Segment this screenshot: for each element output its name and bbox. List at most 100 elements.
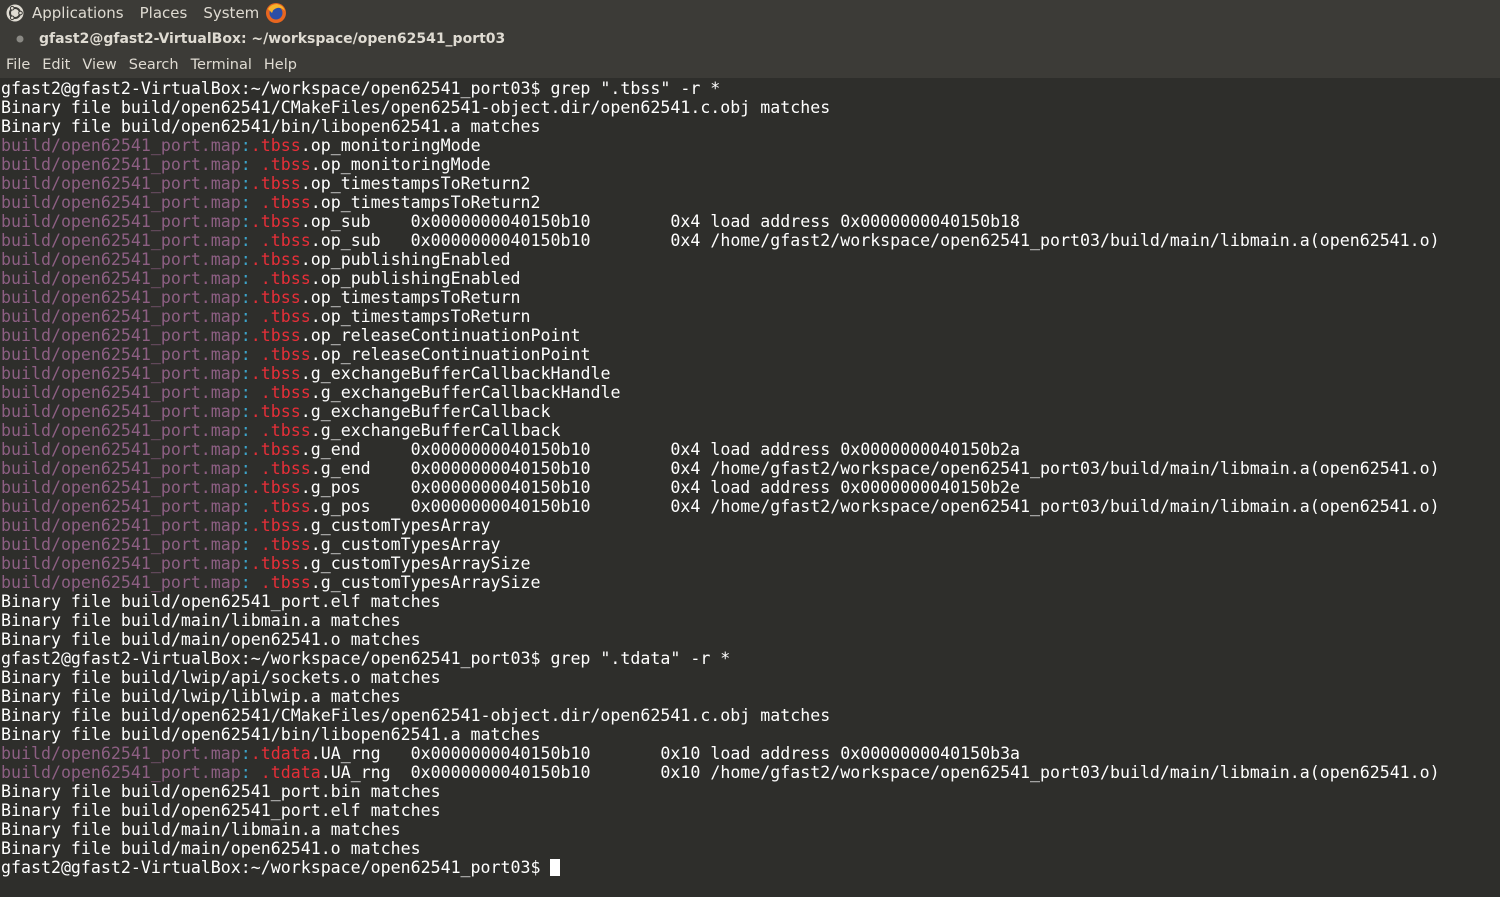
terminal-line: build/open62541_port.map:.tbss.g_pos 0x0… (1, 478, 1440, 497)
terminal-line: Binary file build/lwip/api/sockets.o mat… (1, 668, 1440, 687)
terminal-text: Binary file build/main/open62541.o match… (1, 839, 421, 858)
terminal-text: : (240, 763, 251, 782)
terminal-text: build/open62541_port.map (1, 250, 241, 269)
terminal-text: build/open62541_port.map (1, 193, 241, 212)
terminal-text: .tbss (250, 136, 301, 155)
menu-file[interactable]: File (0, 52, 36, 78)
terminal-line: build/open62541_port.map: .tbss.g_exchan… (1, 421, 1440, 440)
terminal-line: build/open62541_port.map:.tbss.op_timest… (1, 174, 1440, 193)
terminal-line: build/open62541_port.map: .tbss.g_exchan… (1, 383, 1440, 402)
terminal-line: Binary file build/main/libmain.a matches (1, 820, 1440, 839)
terminal-text: Binary file build/main/open62541.o match… (1, 630, 421, 649)
terminal-line: build/open62541_port.map: .tbss.op_publi… (1, 269, 1440, 288)
terminal-text: .g_exchangeBufferCallbackHandle (300, 364, 611, 383)
close-icon[interactable] (15, 34, 25, 44)
terminal-text: build/open62541_port.map (1, 497, 241, 516)
menu-view[interactable]: View (76, 52, 122, 78)
window-titlebar[interactable]: gfast2@gfast2-VirtualBox: ~/workspace/op… (0, 26, 1500, 52)
terminal-text: .g_customTypesArraySize (300, 554, 531, 573)
menu-search[interactable]: Search (123, 52, 185, 78)
terminal-text: .UA_rng 0x0000000040150b10 0x10 /home/gf… (320, 763, 1440, 782)
terminal-text: .g_end 0x0000000040150b10 0x4 load addre… (300, 440, 1021, 459)
terminal-text: : (240, 288, 251, 307)
terminal-text: .g_pos 0x0000000040150b10 0x4 /home/gfas… (310, 497, 1440, 516)
terminal-line: build/open62541_port.map:.tbss.op_timest… (1, 288, 1440, 307)
terminal-text: : (240, 250, 251, 269)
terminal-text: : (240, 193, 251, 212)
terminal-text: .g_customTypesArraySize (310, 573, 541, 592)
terminal-text: Binary file build/open62541_port.elf mat… (1, 801, 441, 820)
terminal-text: build/open62541_port.map (1, 136, 241, 155)
terminal-text: .tdata (260, 763, 321, 782)
terminal-text: : (240, 174, 251, 193)
terminal-text: .tbss (260, 497, 311, 516)
terminal-line: build/open62541_port.map: .tbss.g_pos 0x… (1, 497, 1440, 516)
system-menu[interactable]: System (195, 0, 267, 26)
terminal-text: .g_pos 0x0000000040150b10 0x4 load addre… (300, 478, 1021, 497)
terminal-text: : (240, 212, 251, 231)
terminal-line: build/open62541_port.map: .tbss.op_times… (1, 193, 1440, 212)
terminal-text: .tbss (250, 478, 301, 497)
terminal-text: .g_exchangeBufferCallback (310, 421, 561, 440)
terminal-text: .op_sub 0x0000000040150b10 0x4 /home/gfa… (310, 231, 1440, 250)
terminal-text: .op_publishingEnabled (310, 269, 521, 288)
terminal-text: build/open62541_port.map (1, 326, 241, 345)
terminal-text: Binary file build/open62541/CMakeFiles/o… (1, 706, 831, 725)
terminal-text: Binary file build/open62541/bin/libopen6… (1, 725, 541, 744)
terminal-line: Binary file build/lwip/liblwip.a matches (1, 687, 1440, 706)
terminal-text: : (240, 269, 251, 288)
terminal-text: .tbss (250, 516, 301, 535)
terminal-text: .tbss (260, 535, 311, 554)
terminal-text: .tbss (250, 440, 301, 459)
menubar: File Edit View Search Terminal Help (0, 52, 1500, 78)
terminal-text: .op_sub 0x0000000040150b10 0x4 load addr… (300, 212, 1021, 231)
firefox-icon[interactable] (265, 2, 287, 24)
applications-menu[interactable]: Applications (24, 0, 132, 26)
terminal-text: build/open62541_port.map (1, 744, 241, 763)
terminal-text: .g_customTypesArray (310, 535, 501, 554)
terminal-line: build/open62541_port.map: .tbss.g_end 0x… (1, 459, 1440, 478)
terminal-text: build/open62541_port.map (1, 269, 241, 288)
terminal-text: build/open62541_port.map (1, 383, 241, 402)
terminal-text: build/open62541_port.map (1, 478, 241, 497)
terminal-text: build/open62541_port.map (1, 763, 241, 782)
terminal-text: Binary file build/lwip/api/sockets.o mat… (1, 668, 441, 687)
terminal-line: Binary file build/open62541/CMakeFiles/o… (1, 706, 1440, 725)
places-menu[interactable]: Places (132, 0, 196, 26)
terminal-text: : (240, 307, 251, 326)
terminal-text: .tbss (250, 364, 301, 383)
menu-help[interactable]: Help (258, 52, 303, 78)
terminal-text: .tbss (260, 383, 311, 402)
terminal-text: .op_timestampsToReturn2 (300, 174, 531, 193)
menu-edit[interactable]: Edit (36, 52, 76, 78)
terminal-text: : (240, 383, 251, 402)
terminal-text: build/open62541_port.map (1, 535, 241, 554)
terminal-line: Binary file build/main/open62541.o match… (1, 630, 1440, 649)
terminal-text: gfast2@gfast2-VirtualBox:~/workspace/ope… (1, 649, 731, 668)
terminal-text: : (240, 478, 251, 497)
terminal-text: .tbss (250, 174, 301, 193)
terminal-line: build/open62541_port.map: .tbss.g_custom… (1, 573, 1440, 592)
terminal-line: build/open62541_port.map: .tbss.op_times… (1, 307, 1440, 326)
terminal-area[interactable]: gfast2@gfast2-VirtualBox:~/workspace/ope… (0, 78, 1500, 897)
terminal-text: .tbss (260, 155, 311, 174)
terminal-line: Binary file build/open62541_port.elf mat… (1, 801, 1440, 820)
terminal-text: : (240, 326, 251, 345)
ubuntu-logo-icon[interactable] (6, 4, 24, 22)
terminal-line: build/open62541_port.map: .tbss.op_sub 0… (1, 231, 1440, 250)
terminal-text: Binary file build/open62541/bin/libopen6… (1, 117, 541, 136)
menu-terminal[interactable]: Terminal (185, 52, 258, 78)
terminal-text: .tbss (260, 421, 311, 440)
terminal-text: build/open62541_port.map (1, 516, 241, 535)
terminal-line: build/open62541_port.map:.tbss.g_end 0x0… (1, 440, 1440, 459)
terminal-text: : (240, 744, 251, 763)
terminal-text: Binary file build/open62541_port.bin mat… (1, 782, 441, 801)
terminal-text: gfast2@gfast2-VirtualBox:~/workspace/ope… (1, 79, 721, 98)
window-title: gfast2@gfast2-VirtualBox: ~/workspace/op… (39, 31, 506, 47)
